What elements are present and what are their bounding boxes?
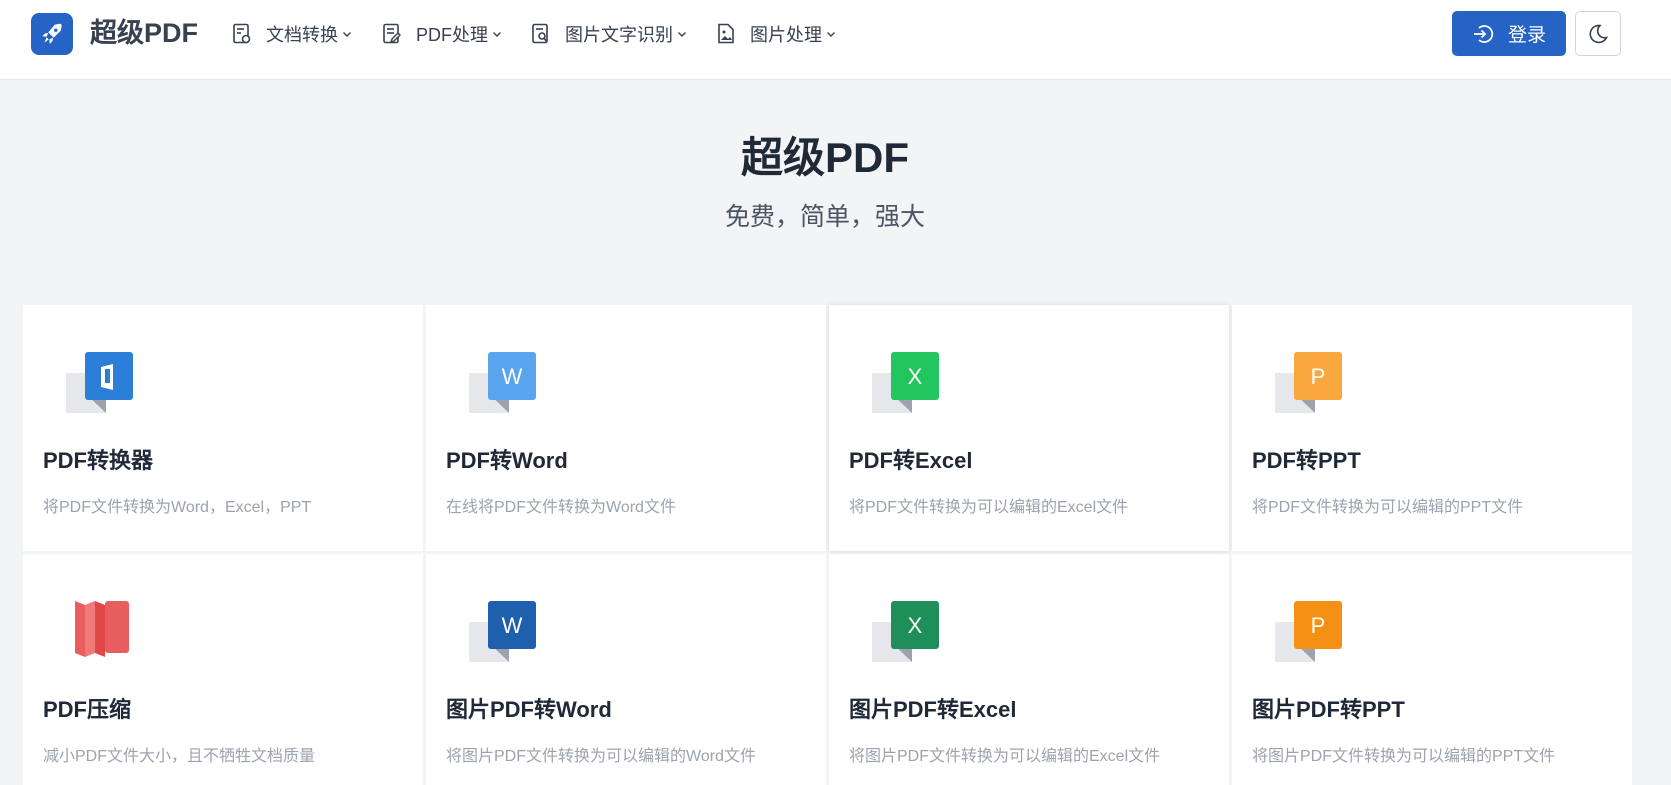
card-desc: 将PDF文件转换为Word，Excel，PPT [43,499,312,516]
chevron-down-icon [827,32,835,37]
card-title: PDF压缩 [43,697,132,722]
card-desc: 减小PDF文件大小，且不牺牲文档质量 [43,748,316,765]
chevron-down-icon [678,32,686,37]
card-title: PDF转Word [446,448,568,473]
excel-icon: X [872,352,939,413]
card-title: PDF转换器 [43,448,154,473]
card-title: 图片PDF转Word [446,697,612,722]
card-title: 图片PDF转PPT [1252,697,1405,722]
document-search-icon [532,23,548,44]
ppt-icon: P [1275,601,1342,662]
chevron-down-icon [343,32,351,37]
chevron-down-icon [493,32,501,37]
tool-card-pdf-to-excel[interactable]: X PDF转Excel 将PDF文件转换为可以编辑的Excel文件 [829,305,1229,551]
nav-label: 图片处理 [750,25,822,45]
hero-title: 超级PDF [740,134,909,181]
card-desc: 将图片PDF文件转换为可以编辑的PPT文件 [1252,748,1556,765]
card-title: PDF转PPT [1252,448,1361,473]
nav-item-image-process[interactable]: 图片处理 [716,20,836,48]
tool-card-pdf-converter[interactable]: PDF转换器 将PDF文件转换为Word，Excel，PPT [23,305,423,551]
image-file-icon [718,23,734,44]
svg-text:P: P [1311,613,1326,638]
document-convert-icon [233,23,251,44]
tool-card-image-pdf-to-ppt[interactable]: P 图片PDF转PPT 将图片PDF文件转换为可以编辑的PPT文件 [1232,554,1632,785]
nav-label: PDF处理 [416,25,488,45]
tool-card-pdf-compress[interactable]: PDF压缩 减小PDF文件大小，且不牺牲文档质量 [23,554,423,785]
brand-name[interactable]: 超级PDF [90,17,198,49]
tool-card-pdf-to-ppt[interactable]: P PDF转PPT 将PDF文件转换为可以编辑的PPT文件 [1232,305,1632,551]
nav-label: 文档转换 [266,25,338,45]
svg-text:X: X [908,364,923,389]
tool-card-pdf-to-word[interactable]: W PDF转Word 在线将PDF文件转换为Word文件 [426,305,826,551]
excel-icon: X [872,601,939,662]
card-desc: 将图片PDF文件转换为可以编辑的Word文件 [446,748,756,765]
compress-icon [75,601,129,657]
word-icon: W [469,352,536,413]
nav-item-doc-convert[interactable]: 文档转换 [232,20,352,48]
theme-toggle-button[interactable] [1575,11,1621,56]
moon-icon [1589,24,1608,43]
nav-item-ocr[interactable]: 图片文字识别 [531,20,687,48]
nav-label: 图片文字识别 [565,25,673,45]
login-label: 登录 [1507,25,1546,46]
login-button[interactable]: 登录 [1452,11,1566,56]
office-icon [66,352,133,413]
ppt-icon: P [1275,352,1342,413]
hero-subtitle: 免费，简单，强大 [724,203,925,231]
top-navbar: 超级PDF 文档转换 PDF处理 图片文字识别 图片处理 登录 [0,0,1671,80]
word-icon: W [469,601,536,662]
svg-text:P: P [1311,364,1326,389]
document-edit-icon [383,23,401,44]
tool-card-image-pdf-to-word[interactable]: W 图片PDF转Word 将图片PDF文件转换为可以编辑的Word文件 [426,554,826,785]
svg-text:W: W [502,613,523,638]
tool-grid: PDF转换器 将PDF文件转换为Word，Excel，PPT W PDF转Wor… [23,305,1632,785]
card-desc: 在线将PDF文件转换为Word文件 [446,499,676,516]
card-desc: 将PDF文件转换为可以编辑的Excel文件 [849,499,1129,516]
login-icon [1473,24,1494,43]
card-title: 图片PDF转Excel [849,697,1017,722]
rocket-logo-icon[interactable] [31,13,73,55]
card-desc: 将图片PDF文件转换为可以编辑的Excel文件 [849,748,1161,765]
svg-text:X: X [908,613,923,638]
nav-item-pdf-process[interactable]: PDF处理 [382,20,502,48]
card-title: PDF转Excel [849,448,973,473]
tool-card-image-pdf-to-excel[interactable]: X 图片PDF转Excel 将图片PDF文件转换为可以编辑的Excel文件 [829,554,1229,785]
card-desc: 将PDF文件转换为可以编辑的PPT文件 [1252,499,1524,516]
svg-text:W: W [502,364,523,389]
